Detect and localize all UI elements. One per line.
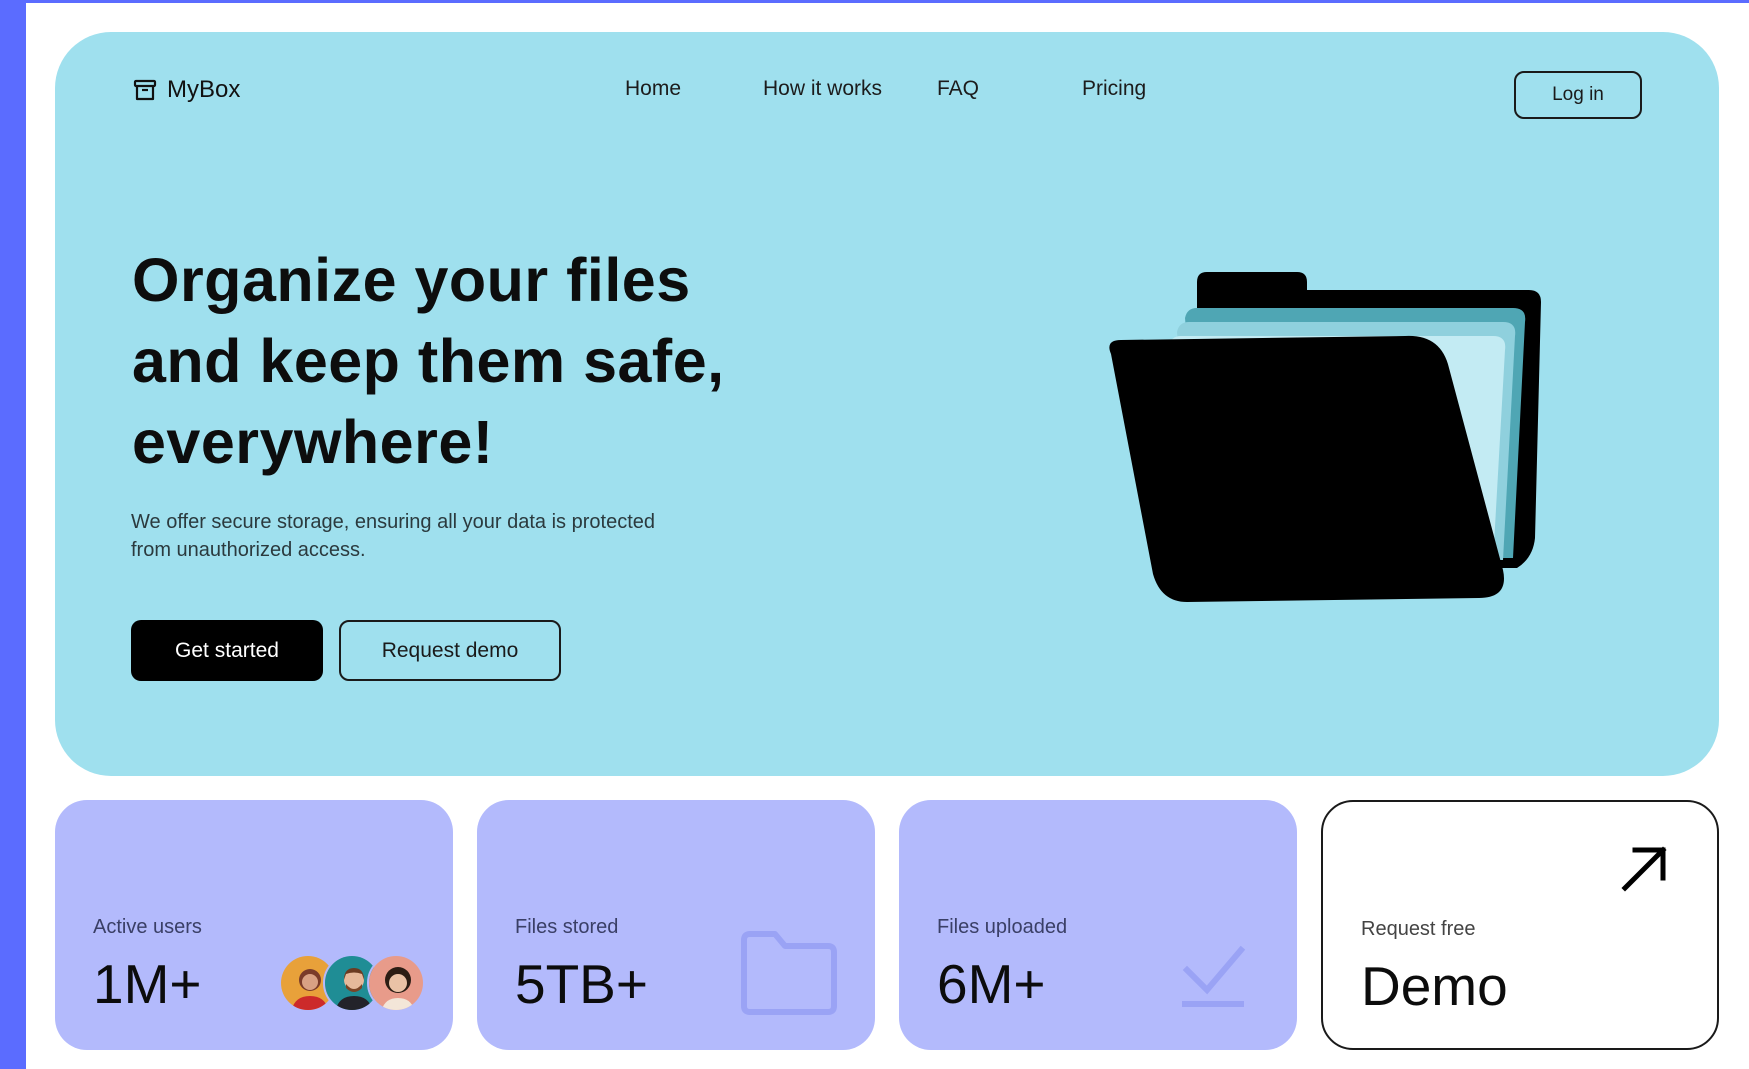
folder-icon (739, 930, 839, 1021)
hero-section: MyBox Home How it works FAQ Pricing Log … (55, 32, 1719, 776)
subtext-line-2: from unauthorized access. (131, 539, 366, 561)
demo-value: Demo (1361, 955, 1508, 1017)
stat-value: 1M+ (93, 953, 202, 1015)
hero-headline: Organize your files and keep them safe, … (132, 240, 812, 483)
stat-card-files-uploaded: Files uploaded 6M+ (899, 800, 1297, 1050)
headline-line-1: Organize your files (132, 246, 691, 314)
user-avatars (279, 954, 429, 1014)
stat-label: Files stored (515, 916, 619, 938)
stat-value: 6M+ (937, 953, 1046, 1015)
nav-item-pricing[interactable]: Pricing (1082, 77, 1146, 101)
login-button[interactable]: Log in (1514, 71, 1642, 119)
get-started-button[interactable]: Get started (131, 620, 323, 681)
request-demo-card[interactable]: Request free Demo (1321, 800, 1719, 1050)
checkmark-icon (1179, 940, 1249, 1013)
hero-subtext: We offer secure storage, ensuring all yo… (131, 508, 751, 564)
stat-card-files-stored: Files stored 5TB+ (477, 800, 875, 1050)
request-demo-button[interactable]: Request demo (339, 620, 561, 681)
open-folder-icon (1105, 268, 1545, 613)
stat-card-active-users: Active users 1M+ (55, 800, 453, 1050)
headline-line-2: and keep them safe, (132, 327, 725, 395)
nav-item-how-it-works[interactable]: How it works (763, 77, 882, 101)
arrow-up-right-icon[interactable] (1617, 842, 1671, 901)
demo-label: Request free (1361, 918, 1476, 940)
stat-value: 5TB+ (515, 953, 648, 1015)
headline-line-3: everywhere! (132, 408, 494, 476)
stat-label: Files uploaded (937, 916, 1068, 938)
stat-label: Active users (93, 916, 202, 938)
nav-item-home[interactable]: Home (625, 77, 681, 101)
top-nav: Home How it works FAQ Pricing (55, 77, 1719, 107)
subtext-line-1: We offer secure storage, ensuring all yo… (131, 511, 655, 533)
nav-item-faq[interactable]: FAQ (937, 77, 979, 101)
avatar (367, 954, 425, 1012)
